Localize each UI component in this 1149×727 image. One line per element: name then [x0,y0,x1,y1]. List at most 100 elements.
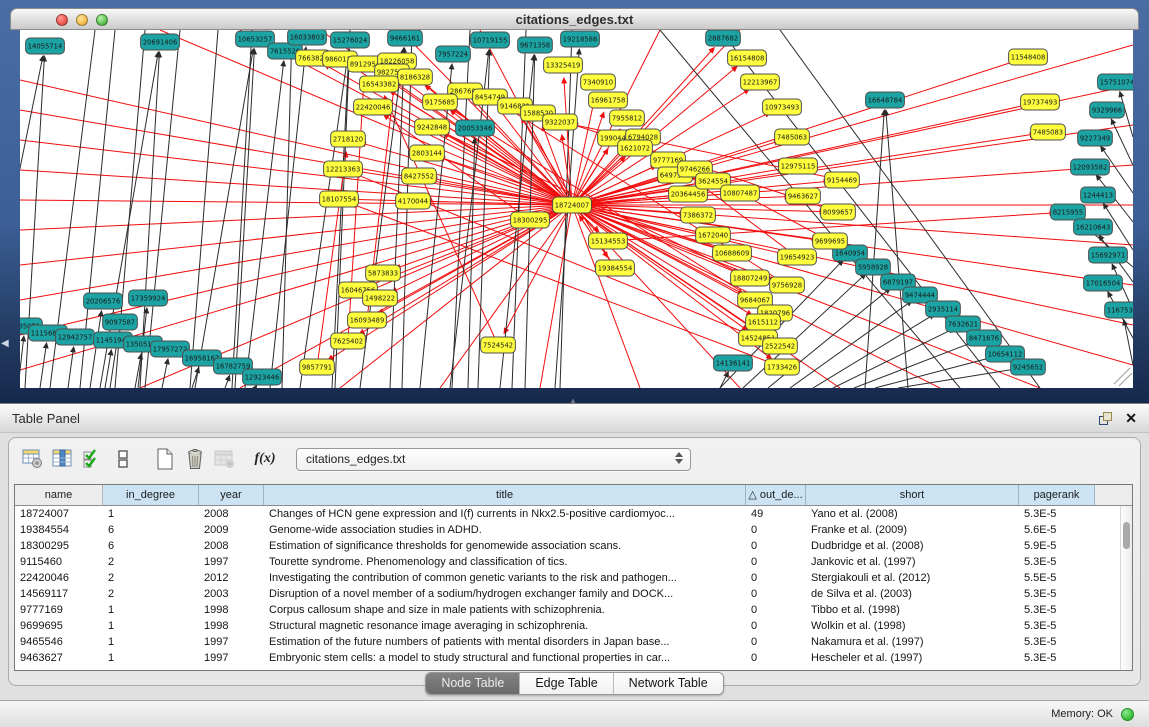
table-cell[interactable]: 22420046 [15,570,103,586]
citation-network-graph[interactable]: 1405571420691406106532577615526160338031… [20,30,1133,388]
table-cell[interactable]: Stergiakouli et al. (2012) [806,570,1019,586]
table-cell[interactable]: Tibbo et al. (1998) [806,602,1019,618]
float-panel-icon[interactable] [1099,412,1113,426]
table-cell[interactable]: Estimation of the future numbers of pati… [264,634,746,650]
table-row[interactable]: 1938455462009Genome-wide association stu… [15,522,1132,538]
table-scrollbar[interactable] [1120,506,1132,670]
table-cell[interactable]: 2 [103,570,199,586]
delete-column-button[interactable] [180,445,210,473]
table-cell[interactable]: 5.3E-5 [1019,506,1095,522]
panel-collapse-arrow-icon[interactable]: ◀ [1,338,9,349]
table-cell[interactable]: 5.5E-5 [1019,570,1095,586]
table-cell[interactable]: Hescheler et al. (1997) [806,650,1019,666]
table-row[interactable]: 1872400712008Changes of HCN gene express… [15,506,1132,522]
table-cell[interactable]: 0 [746,618,806,634]
table-cell[interactable]: 2008 [199,506,264,522]
table-cell[interactable]: 1998 [199,602,264,618]
table-cell[interactable]: 2 [103,554,199,570]
table-cell[interactable]: Jankovic et al. (1997) [806,554,1019,570]
table-cell[interactable]: 49 [746,506,806,522]
table-cell[interactable]: 0 [746,570,806,586]
table-cell[interactable]: 1997 [199,634,264,650]
table-cell[interactable]: 0 [746,586,806,602]
column-header-2[interactable]: year [199,485,264,505]
table-cell[interactable]: 5.3E-5 [1019,650,1095,666]
table-selector-dropdown[interactable]: citations_edges.txt [296,448,691,471]
table-cell[interactable]: Changes of HCN gene expression and I(f) … [264,506,746,522]
table-settings-button[interactable] [18,445,48,473]
column-header-6[interactable]: pagerank [1019,485,1095,505]
row-height-button[interactable] [108,445,138,473]
function-builder-button[interactable]: f(x) [250,445,280,473]
column-header-5[interactable]: short [806,485,1019,505]
table-cell[interactable]: Embryonic stem cells: a model to study s… [264,650,746,666]
table-cell[interactable]: 0 [746,634,806,650]
close-panel-icon[interactable]: ✕ [1125,410,1137,427]
table-cell[interactable]: Estimation of significance thresholds fo… [264,538,746,554]
table-cell[interactable]: 1 [103,618,199,634]
table-cell[interactable]: 1 [103,602,199,618]
table-cell[interactable]: 5.6E-5 [1019,522,1095,538]
table-cell[interactable]: 6 [103,538,199,554]
table-cell[interactable]: Yano et al. (2008) [806,506,1019,522]
column-header-4[interactable]: △ out_de... [746,485,806,505]
table-cell[interactable]: 0 [746,650,806,666]
table-cell[interactable]: Genome-wide association studies in ADHD. [264,522,746,538]
table-cell[interactable]: Corpus callosum shape and size in male p… [264,602,746,618]
table-cell[interactable]: 0 [746,522,806,538]
table-cell[interactable]: 1997 [199,650,264,666]
table-cell[interactable]: de Silva et al. (2003) [806,586,1019,602]
table-cell[interactable]: Nakamura et al. (1997) [806,634,1019,650]
network-window-titlebar[interactable]: citations_edges.txt [10,8,1139,30]
network-view-canvas[interactable]: 1405571420691406106532577615526160338031… [20,30,1133,388]
table-cell[interactable]: Structural magnetic resonance image aver… [264,618,746,634]
table-cell[interactable]: 9699695 [15,618,103,634]
column-header-3[interactable]: title [264,485,746,505]
table-cell[interactable]: Dudbridge et al. (2008) [806,538,1019,554]
table-row[interactable]: 1456911722003Disruption of a novel membe… [15,586,1132,602]
table-cell[interactable]: 5.3E-5 [1019,602,1095,618]
table-row[interactable]: 946554611997Estimation of the future num… [15,634,1132,650]
tab-node-table[interactable]: Node Table [426,673,519,694]
table-cell[interactable]: 0 [746,602,806,618]
table-cell[interactable]: 19384554 [15,522,103,538]
table-cell[interactable]: 2003 [199,586,264,602]
table-cell[interactable]: Tourette syndrome. Phenomenology and cla… [264,554,746,570]
table-cell[interactable]: 9777169 [15,602,103,618]
table-cell[interactable]: 5.3E-5 [1019,618,1095,634]
table-cell[interactable]: Investigating the contribution of common… [264,570,746,586]
table-cell[interactable]: 2009 [199,522,264,538]
table-cell[interactable]: 0 [746,554,806,570]
tab-edge-table[interactable]: Edge Table [519,673,612,694]
table-cell[interactable]: 18724007 [15,506,103,522]
table-cell[interactable]: 9463627 [15,650,103,666]
table-cell[interactable]: Disruption of a novel member of a sodium… [264,586,746,602]
table-cell[interactable]: Wolkin et al. (1998) [806,618,1019,634]
table-cell[interactable]: 0 [746,538,806,554]
table-row[interactable]: 969969511998Structural magnetic resonanc… [15,618,1132,634]
table-cell[interactable]: Franke et al. (2009) [806,522,1019,538]
new-table-button[interactable] [150,445,180,473]
table-cell[interactable]: 5.9E-5 [1019,538,1095,554]
table-row[interactable]: 911546021997Tourette syndrome. Phenomeno… [15,554,1132,570]
table-row[interactable]: 977716911998Corpus callosum shape and si… [15,602,1132,618]
table-row[interactable]: 1830029562008Estimation of significance … [15,538,1132,554]
select-column-button[interactable] [48,445,78,473]
table-cell[interactable]: 5.3E-5 [1019,554,1095,570]
table-cell[interactable]: 1 [103,650,199,666]
table-cell[interactable]: 1 [103,506,199,522]
table-cell[interactable]: 6 [103,522,199,538]
table-row[interactable]: 946362711997Embryonic stem cells: a mode… [15,650,1132,666]
table-cell[interactable]: 1 [103,634,199,650]
delete-table-button[interactable] [210,445,240,473]
table-cell[interactable]: 14569117 [15,586,103,602]
table-cell[interactable]: 2008 [199,538,264,554]
table-cell[interactable]: 2012 [199,570,264,586]
table-cell[interactable]: 5.3E-5 [1019,586,1095,602]
tab-network-table[interactable]: Network Table [613,673,723,694]
scrollbar-thumb[interactable] [1123,522,1130,549]
table-cell[interactable]: 2 [103,586,199,602]
table-cell[interactable]: 1997 [199,554,264,570]
column-header-1[interactable]: in_degree [103,485,199,505]
column-header-0[interactable]: name [15,485,103,505]
